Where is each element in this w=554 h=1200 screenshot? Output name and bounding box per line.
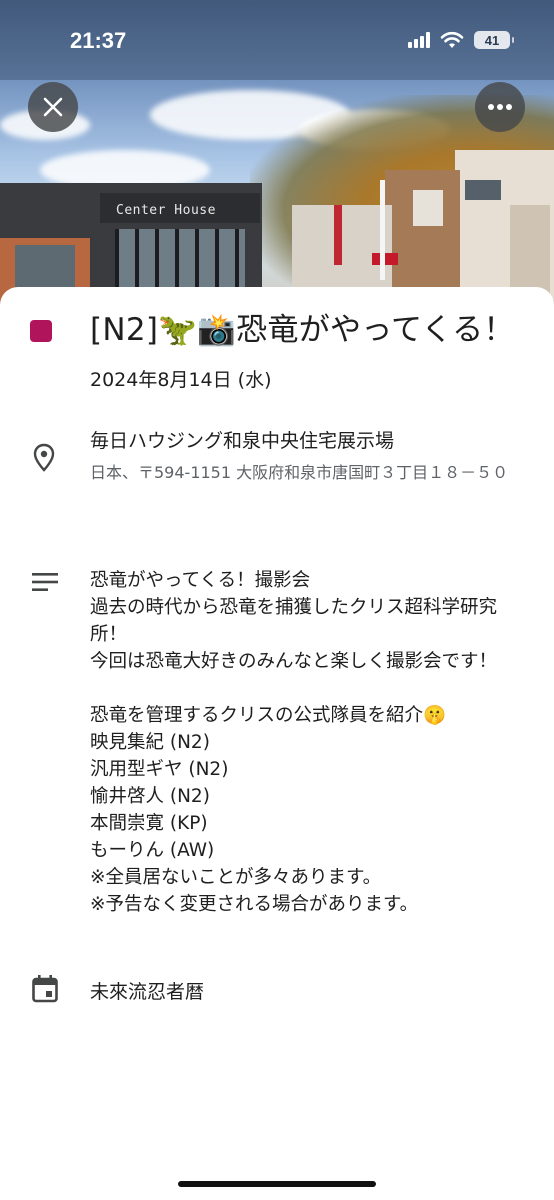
close-icon — [43, 97, 63, 117]
home-indicator — [178, 1181, 376, 1187]
location-pin-icon — [33, 443, 55, 477]
house — [455, 150, 554, 300]
more-horiz-icon — [488, 104, 512, 110]
status-time: 21:37 — [70, 28, 127, 53]
event-description: 恐竜がやってくる！撮影会 過去の時代から恐竜を捕獲したクリス超科学研究所！ 今回… — [90, 570, 498, 915]
building-sign: Center House — [116, 203, 216, 218]
event-title: [N2]🦖📸恐竜がやってくる！ — [90, 312, 515, 348]
calendar-name: 未來流忍者暦 — [90, 981, 205, 1003]
battery-icon: 41 — [474, 31, 514, 49]
status-bar: 21:37 41 — [0, 0, 554, 80]
location-name[interactable]: 毎日ハウジング和泉中央住宅展示場 — [90, 427, 530, 455]
wifi-icon — [440, 31, 464, 48]
event-details-sheet: [N2]🦖📸恐竜がやってくる！ 2024年8月14日 (水) 毎日ハウジング和泉… — [0, 287, 554, 1200]
close-button[interactable] — [28, 82, 78, 132]
location[interactable]: 毎日ハウジング和泉中央住宅展示場 日本、〒594-1151 大阪府和泉市唐国町３… — [90, 427, 530, 487]
header-image: Center House 21:37 41 — [0, 0, 554, 330]
event-date: 2024年8月14日 (水) — [90, 369, 272, 391]
location-address[interactable]: 日本、〒594-1151 大阪府和泉市唐国町３丁目１８－５０ — [90, 459, 530, 487]
calendar-icon — [32, 975, 58, 1007]
event-color-swatch — [30, 320, 52, 342]
house — [385, 170, 460, 300]
more-options-button[interactable] — [475, 82, 525, 132]
signal-icon — [408, 32, 430, 48]
house — [292, 205, 398, 300]
notes-icon — [32, 572, 58, 596]
